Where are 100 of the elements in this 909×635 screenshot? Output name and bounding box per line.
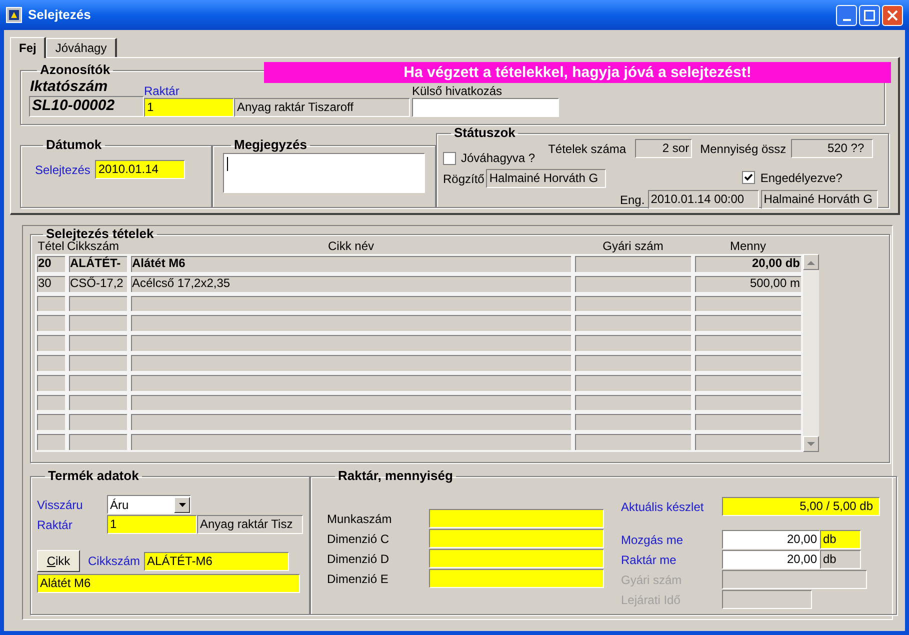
field-label: Dimenzió C bbox=[327, 530, 390, 548]
table-cell[interactable] bbox=[129, 412, 573, 432]
table-cell[interactable] bbox=[693, 313, 803, 334]
input-field[interactable] bbox=[429, 509, 604, 528]
table-cell[interactable]: ALÁTÉT- bbox=[67, 254, 129, 274]
scrollbar[interactable] bbox=[803, 254, 819, 452]
table-cell[interactable] bbox=[573, 294, 693, 314]
table-cell[interactable] bbox=[35, 432, 67, 452]
table-cell[interactable] bbox=[129, 313, 573, 334]
table-cell[interactable] bbox=[35, 372, 67, 393]
table-cell[interactable]: 500,00 m bbox=[693, 274, 803, 294]
tab[interactable]: Jóváhagy bbox=[46, 38, 117, 57]
table-cell[interactable] bbox=[573, 274, 693, 294]
item-name-field[interactable]: Alátét M6 bbox=[37, 574, 300, 593]
current-stock-field[interactable]: 5,00 / 5,00 db bbox=[722, 497, 880, 516]
table-cell[interactable] bbox=[35, 294, 67, 314]
table-cell[interactable] bbox=[693, 412, 803, 432]
table-cell[interactable] bbox=[67, 294, 129, 314]
table-cell[interactable] bbox=[573, 254, 693, 274]
tab[interactable]: Fej bbox=[10, 37, 46, 58]
dropdown-button[interactable] bbox=[174, 496, 190, 512]
table-cell[interactable] bbox=[573, 392, 693, 412]
quantity-field[interactable]: 20,00 bbox=[722, 530, 820, 549]
select-field[interactable]: Áru bbox=[107, 495, 191, 514]
table-cell[interactable] bbox=[67, 352, 129, 373]
table-cell[interactable] bbox=[693, 294, 803, 314]
window-title: Selejtezés bbox=[28, 6, 91, 24]
table-cell[interactable] bbox=[67, 392, 129, 412]
checkbox-label: Engedélyezve? bbox=[760, 170, 842, 186]
group-title: Azonosítók bbox=[39, 63, 112, 77]
field-label: Mennyiség össz bbox=[700, 141, 786, 158]
table-cell[interactable]: 20,00 db bbox=[693, 254, 803, 274]
item-count-field[interactable]: 2 sor bbox=[635, 139, 692, 158]
table-cell[interactable]: 30 bbox=[35, 274, 67, 294]
table-cell[interactable] bbox=[67, 313, 129, 334]
table-cell[interactable] bbox=[67, 412, 129, 432]
date-field[interactable]: 2010.01.14 bbox=[95, 160, 186, 179]
quantity-total-field[interactable]: 520 ?? bbox=[791, 139, 874, 158]
table-cell[interactable] bbox=[693, 372, 803, 393]
caret-icon bbox=[178, 502, 186, 506]
permit-by-field[interactable]: Halmainé Horváth G bbox=[760, 190, 878, 209]
checkbox[interactable] bbox=[742, 171, 756, 184]
table-cell[interactable] bbox=[129, 352, 573, 373]
note-field[interactable] bbox=[223, 153, 425, 193]
table-cell[interactable] bbox=[693, 352, 803, 373]
minimize-button[interactable] bbox=[836, 4, 857, 26]
table-cell[interactable] bbox=[129, 372, 573, 393]
quantity-field[interactable]: 20,00 bbox=[722, 550, 820, 569]
checkbox[interactable] bbox=[443, 152, 456, 164]
unit-field[interactable]: db bbox=[820, 550, 861, 569]
external-reference-field[interactable] bbox=[412, 98, 559, 117]
input-field[interactable] bbox=[429, 549, 604, 568]
table-cell[interactable] bbox=[129, 392, 573, 412]
table-cell[interactable]: 20 bbox=[35, 254, 67, 274]
item-button[interactable]: Cikk bbox=[37, 550, 80, 572]
table-cell[interactable] bbox=[573, 333, 693, 353]
permit-date-field[interactable]: 2010.01.14 00:00 bbox=[648, 190, 759, 209]
warehouse-code-field[interactable]: 1 bbox=[144, 98, 234, 117]
table-cell[interactable] bbox=[67, 432, 129, 452]
table-cell[interactable]: Acélcső 17,2x2,35 bbox=[129, 274, 573, 294]
item-number-field[interactable]: ALÁTÉT-M6 bbox=[144, 552, 290, 570]
scroll-down-button[interactable] bbox=[803, 436, 819, 452]
table-cell[interactable] bbox=[693, 432, 803, 452]
field-label: Visszáru bbox=[37, 496, 84, 514]
warehouse-code-field[interactable]: 1 bbox=[107, 515, 197, 534]
table-cell[interactable] bbox=[35, 313, 67, 334]
table-cell[interactable] bbox=[573, 352, 693, 373]
warehouse-name-field[interactable]: Anyag raktár Tiszaroff bbox=[234, 98, 410, 117]
table-cell[interactable]: CSŐ-17,2 bbox=[67, 274, 129, 294]
table-cell[interactable] bbox=[573, 432, 693, 452]
table-cell[interactable] bbox=[573, 412, 693, 432]
table-cell[interactable] bbox=[573, 313, 693, 334]
down-arrow-icon bbox=[807, 442, 815, 446]
group-title: Termék adatok bbox=[47, 469, 140, 483]
input-field[interactable] bbox=[429, 529, 604, 548]
table-cell[interactable] bbox=[35, 333, 67, 353]
column-header: Tétel bbox=[38, 239, 64, 253]
input-field[interactable] bbox=[429, 569, 604, 588]
table-cell[interactable] bbox=[129, 333, 573, 353]
table-cell[interactable] bbox=[67, 372, 129, 393]
table-cell[interactable] bbox=[693, 392, 803, 412]
close-button[interactable] bbox=[882, 4, 903, 26]
group-title: Megjegyzés bbox=[233, 138, 308, 152]
table-cell[interactable] bbox=[129, 432, 573, 452]
maximize-button[interactable] bbox=[859, 4, 880, 26]
document-number-field[interactable]: SL10-00002 bbox=[29, 96, 144, 117]
recorder-field[interactable]: Halmainé Horváth G bbox=[486, 169, 606, 188]
table-cell[interactable] bbox=[67, 333, 129, 353]
field-label: Rögzítő bbox=[443, 170, 484, 188]
table-cell[interactable]: Alátét M6 bbox=[129, 254, 573, 274]
scroll-up-button[interactable] bbox=[803, 254, 819, 270]
table-cell[interactable] bbox=[35, 352, 67, 373]
table-cell[interactable] bbox=[693, 333, 803, 353]
table-cell[interactable] bbox=[35, 392, 67, 412]
warehouse-name-field[interactable]: Anyag raktár Tisz bbox=[197, 515, 303, 534]
field-label: Aktuális készlet bbox=[621, 498, 705, 516]
table-cell[interactable] bbox=[129, 294, 573, 314]
table-cell[interactable] bbox=[35, 412, 67, 432]
table-cell[interactable] bbox=[573, 372, 693, 393]
unit-field[interactable]: db bbox=[820, 530, 861, 549]
